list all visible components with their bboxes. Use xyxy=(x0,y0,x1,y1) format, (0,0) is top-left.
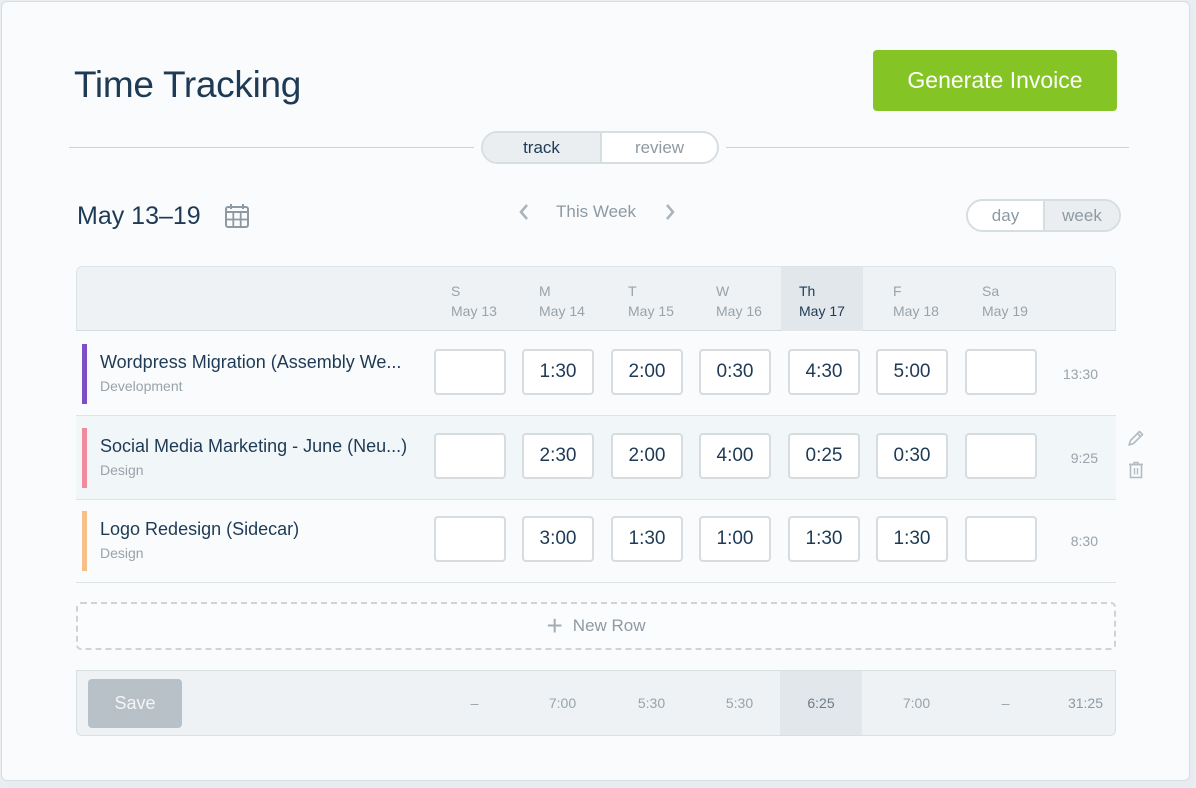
hours-input-t[interactable] xyxy=(611,516,683,562)
day-total-f: 7:00 xyxy=(902,695,931,711)
project-category: Development xyxy=(100,378,183,394)
day-date: May 14 xyxy=(539,303,585,319)
chevron-left-icon[interactable] xyxy=(517,201,531,223)
page-title: Time Tracking xyxy=(74,64,302,105)
day-abbr: M xyxy=(539,283,551,299)
hours-input-th[interactable] xyxy=(788,516,860,562)
hours-input-s[interactable] xyxy=(434,349,506,395)
hours-input-th[interactable] xyxy=(788,349,860,395)
hours-input-f[interactable] xyxy=(876,516,948,562)
day-date: May 16 xyxy=(716,303,762,319)
time-tracking-panel: Time Tracking Generate Invoice track rev… xyxy=(1,1,1190,781)
day-total-sa: – xyxy=(1001,695,1010,711)
hours-input-w[interactable] xyxy=(699,516,771,562)
pencil-icon[interactable] xyxy=(1126,428,1146,448)
hours-input-f[interactable] xyxy=(876,433,948,479)
hours-input-m[interactable] xyxy=(522,516,594,562)
day-date: May 18 xyxy=(893,303,939,319)
date-range-label: May 13–19 xyxy=(77,202,201,230)
day-header-m: M May 14 xyxy=(523,267,604,331)
day-date: May 13 xyxy=(451,303,497,319)
project-color-bar xyxy=(82,511,87,571)
trash-icon[interactable] xyxy=(1126,460,1146,480)
this-week-label[interactable]: This Week xyxy=(556,202,636,222)
project-name[interactable]: Wordpress Migration (Assembly We... xyxy=(100,352,401,373)
hours-input-m[interactable] xyxy=(522,433,594,479)
row-total: 13:30 xyxy=(1062,366,1098,382)
project-category: Design xyxy=(100,462,144,478)
timesheet-header: S May 13 M May 14 T May 15 W May 16 Th May 1… xyxy=(76,266,1116,331)
day-header-w: W May 16 xyxy=(700,267,781,331)
project-color-bar xyxy=(82,344,87,404)
day-total-m: 7:00 xyxy=(548,695,577,711)
timesheet-row: Social Media Marketing - June (Neu...) D… xyxy=(76,416,1116,500)
row-total: 8:30 xyxy=(1070,533,1098,549)
hours-input-sa[interactable] xyxy=(965,349,1037,395)
day-header-f: F May 18 xyxy=(877,267,958,331)
day-date: May 15 xyxy=(628,303,674,319)
row-total: 9:25 xyxy=(1070,450,1098,466)
day-abbr: Sa xyxy=(982,283,1000,299)
new-row-label: New Row xyxy=(572,616,646,635)
day-total-t: 5:30 xyxy=(637,695,666,711)
tab-track[interactable]: track xyxy=(483,133,602,162)
range-toggle: day week xyxy=(966,199,1121,232)
day-header-t: T May 15 xyxy=(612,267,693,331)
day-total-w: 5:30 xyxy=(725,695,754,711)
mode-toggle: track review xyxy=(481,131,719,164)
day-date: May 17 xyxy=(799,303,845,319)
generate-invoice-button[interactable]: Generate Invoice xyxy=(873,50,1117,111)
hours-input-sa[interactable] xyxy=(965,516,1037,562)
grand-total: 31:25 xyxy=(1067,695,1103,711)
hours-input-w[interactable] xyxy=(699,349,771,395)
timesheet-row: Wordpress Migration (Assembly We... Deve… xyxy=(76,332,1116,416)
hours-input-s[interactable] xyxy=(434,516,506,562)
timesheet-row: Logo Redesign (Sidecar) Design 8:30 xyxy=(76,499,1116,583)
day-abbr: Th xyxy=(799,283,816,299)
day-header-s: S May 13 xyxy=(435,267,516,331)
save-button[interactable]: Save xyxy=(88,679,182,728)
day-abbr: S xyxy=(451,283,461,299)
day-total-s: – xyxy=(470,695,479,711)
divider-left xyxy=(69,147,474,148)
tab-day[interactable]: day xyxy=(968,201,1045,230)
project-name[interactable]: Social Media Marketing - June (Neu...) xyxy=(100,436,407,457)
day-date: May 19 xyxy=(982,303,1028,319)
hours-input-t[interactable] xyxy=(611,349,683,395)
day-header-sa: Sa May 19 xyxy=(966,267,1047,331)
day-abbr: W xyxy=(716,283,730,299)
project-name[interactable]: Logo Redesign (Sidecar) xyxy=(100,519,299,540)
tab-review[interactable]: review xyxy=(602,133,717,162)
new-row-button[interactable]: + New Row xyxy=(76,602,1116,650)
totals-footer: Save 31:25 – 7:00 5:30 5:30 6:25 7:00 – xyxy=(76,670,1116,736)
hours-input-th[interactable] xyxy=(788,433,860,479)
divider-right xyxy=(726,147,1129,148)
tab-week[interactable]: week xyxy=(1045,201,1119,230)
hours-input-m[interactable] xyxy=(522,349,594,395)
day-header-th: Th May 17 xyxy=(781,267,863,331)
day-abbr: T xyxy=(628,283,637,299)
hours-input-sa[interactable] xyxy=(965,433,1037,479)
chevron-right-icon[interactable] xyxy=(663,201,677,223)
project-category: Design xyxy=(100,545,144,561)
hours-input-f[interactable] xyxy=(876,349,948,395)
hours-input-s[interactable] xyxy=(434,433,506,479)
day-abbr: F xyxy=(893,283,902,299)
calendar-icon[interactable] xyxy=(224,203,250,229)
hours-input-w[interactable] xyxy=(699,433,771,479)
plus-icon: + xyxy=(546,610,563,641)
project-color-bar xyxy=(82,428,87,488)
hours-input-t[interactable] xyxy=(611,433,683,479)
day-total-th: 6:25 xyxy=(780,671,862,735)
